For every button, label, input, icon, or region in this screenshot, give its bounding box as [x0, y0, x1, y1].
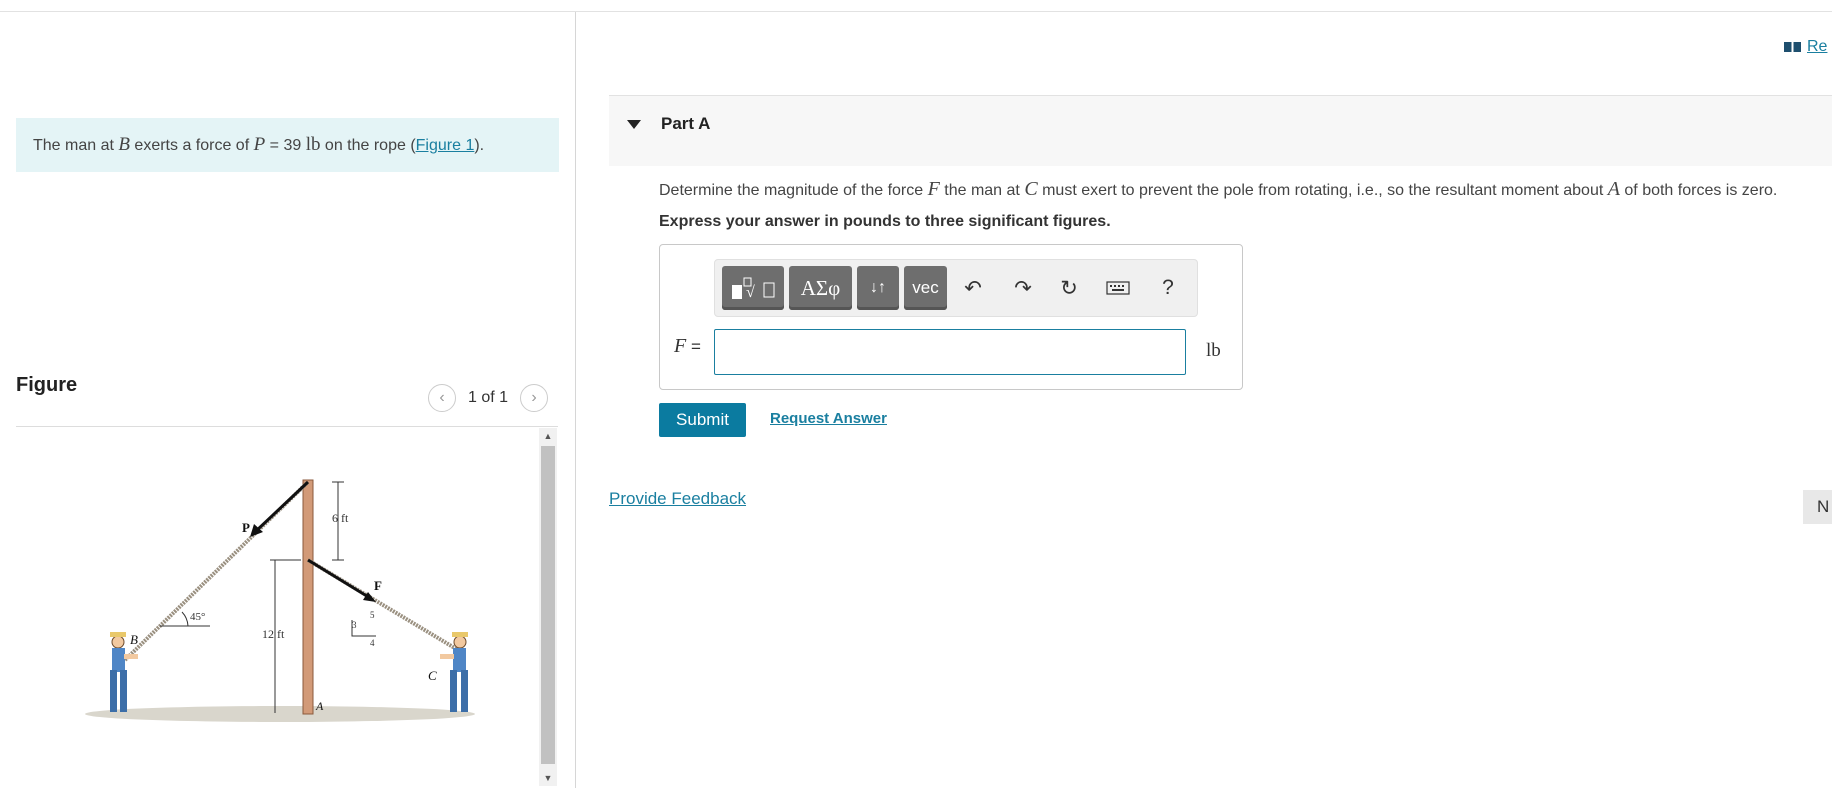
part-a-header[interactable]: Part A [609, 96, 1832, 166]
dim-12ft: 12 ft [262, 627, 285, 641]
question-fragment: Determine the magnitude of the force [659, 182, 928, 199]
figure-scrollbar[interactable]: ▲ ▼ [539, 428, 557, 786]
intro-text: = 39 [265, 137, 306, 154]
label-p: P [242, 520, 250, 535]
slope-5: 5 [370, 610, 375, 620]
book-icon [1784, 42, 1801, 52]
question-text: Determine the magnitude of the force F t… [659, 178, 1777, 201]
undo-icon[interactable]: ↶ [960, 275, 986, 301]
angle-arc [181, 611, 189, 627]
unit-lb: lb [305, 134, 321, 155]
angle-45: 45° [190, 611, 205, 623]
var-f: F [674, 335, 687, 357]
pole [302, 479, 314, 715]
keyboard-icon[interactable] [1105, 275, 1131, 301]
intro-text: ). [474, 137, 485, 154]
figure-link[interactable]: Figure 1 [416, 137, 475, 154]
reset-icon[interactable]: ↻ [1056, 275, 1082, 301]
greek-symbols-button[interactable]: ΑΣφ [789, 266, 852, 310]
caret-down-icon[interactable] [627, 120, 641, 129]
templates-button[interactable]: √ [722, 266, 784, 310]
figure-image: 6 ft 12 ft 45° 3 4 5 P F B C A [85, 479, 475, 722]
figure-divider [16, 426, 558, 427]
templates-icon: √ [732, 277, 775, 301]
slope-4: 4 [370, 638, 375, 648]
answer-variable-label: F = [674, 335, 701, 358]
problem-statement: The man at B exerts a force of P = 39 lb… [16, 118, 559, 172]
pane-divider[interactable] [575, 12, 576, 788]
request-answer-link[interactable]: Request Answer [770, 410, 887, 427]
label-f: F [374, 578, 382, 593]
answer-unit: lb [1206, 340, 1221, 361]
label-b: B [130, 632, 138, 647]
review-link[interactable]: Re [1784, 38, 1827, 56]
provide-feedback-link[interactable]: Provide Feedback [609, 489, 746, 509]
slope-3: 3 [352, 620, 357, 630]
part-label: Part A [661, 114, 711, 133]
intro-text: on the rope ( [320, 137, 416, 154]
math-toolbar: √ ΑΣφ ↓↑ vec ↶ ↷ ↻ ? [714, 259, 1198, 317]
var-p: P [253, 134, 266, 155]
review-label: Re [1807, 38, 1828, 55]
var-a: A [1607, 178, 1620, 200]
intro-text: exerts a force of [129, 137, 254, 154]
answer-input[interactable] [714, 329, 1186, 375]
label-a: A [315, 699, 324, 713]
equals-sign: = [686, 337, 701, 356]
ground [85, 706, 475, 722]
chevron-left-icon[interactable]: ‹ [428, 384, 456, 412]
question-fragment: of both forces is zero. [1619, 182, 1778, 199]
question-fragment: the man at [939, 182, 1025, 199]
var-f: F [927, 178, 940, 200]
force-f-arrow [307, 558, 371, 600]
help-button[interactable]: ? [1155, 275, 1181, 301]
submit-button[interactable]: Submit [659, 403, 746, 437]
question-fragment: must exert to prevent the pole from rota… [1037, 182, 1608, 199]
var-b: B [118, 134, 130, 155]
var-c: C [1024, 178, 1038, 200]
label-c: C [428, 668, 437, 683]
next-button[interactable]: N [1803, 490, 1832, 524]
intro-text: The man at [33, 137, 119, 154]
chevron-right-icon[interactable]: › [520, 384, 549, 412]
figure-nav: ‹ 1 of 1 › [428, 384, 549, 412]
figure-title: Figure [16, 374, 78, 396]
svg-text:√: √ [746, 284, 755, 301]
figure-counter: 1 of 1 [468, 389, 509, 406]
scroll-thumb[interactable] [541, 446, 555, 764]
dim-6ft: 6 ft [332, 511, 349, 525]
subscript-superscript-button[interactable]: ↓↑ [857, 266, 899, 310]
answer-box: √ ΑΣφ ↓↑ vec ↶ ↷ ↻ ? F = lb [659, 244, 1243, 390]
force-p-arrow [253, 480, 310, 534]
vector-button[interactable]: vec [904, 266, 947, 310]
scroll-down-arrow-icon[interactable]: ▼ [539, 770, 557, 786]
answer-instruction: Express your answer in pounds to three s… [659, 213, 1111, 230]
scroll-up-arrow-icon[interactable]: ▲ [539, 428, 557, 444]
redo-icon[interactable]: ↷ [1010, 275, 1036, 301]
